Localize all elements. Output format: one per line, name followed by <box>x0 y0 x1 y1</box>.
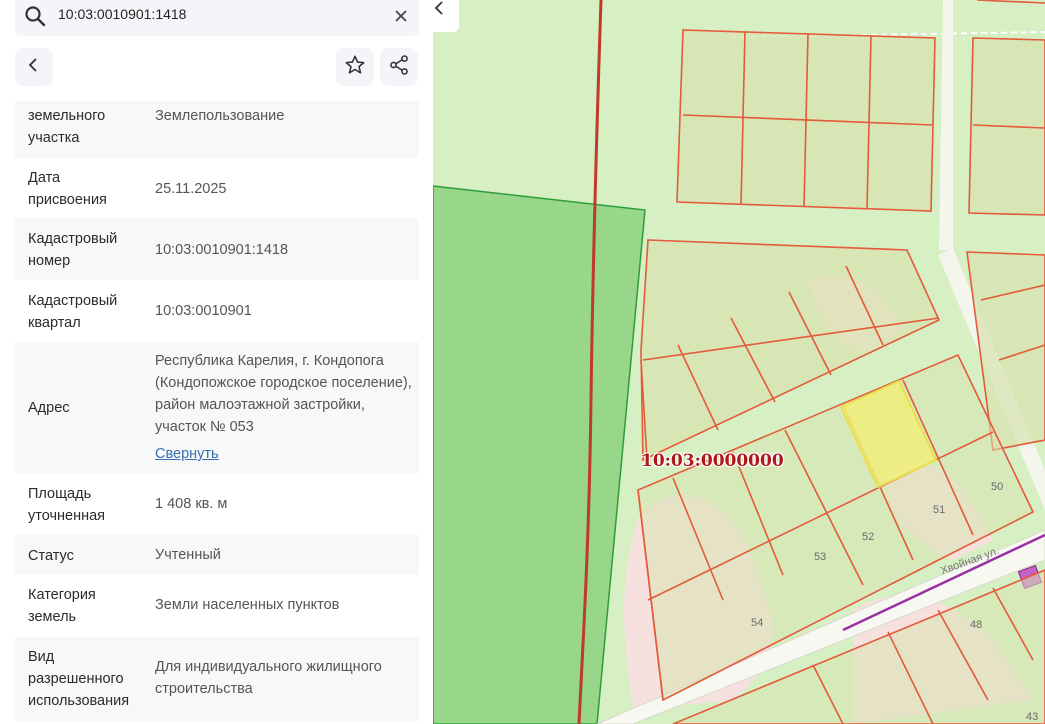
parcel-number: 52 <box>862 531 875 543</box>
parcel-number: 51 <box>933 504 946 516</box>
property-row-area: Площадь уточненная 1 408 кв. м <box>15 473 419 535</box>
property-row-status: Статус Учтенный <box>15 535 419 575</box>
property-value: Республика Карелия, г. Кондопога (Кондоп… <box>155 350 415 465</box>
property-value: 10:03:0010901:1418 <box>155 242 289 258</box>
collapse-panel-button[interactable] <box>433 0 459 32</box>
property-label-text: земельного участка <box>28 108 106 146</box>
property-label-text: Вид разрешенного использования <box>28 649 130 709</box>
property-label-text: Площадь уточненная <box>28 486 106 524</box>
property-label: Дата присвоения <box>28 167 148 211</box>
parcel-number: 53 <box>814 551 827 563</box>
property-label: Площадь уточненная <box>28 483 148 527</box>
favorite-button[interactable] <box>336 48 374 86</box>
property-row-land-category: Категория земель Земли населенных пункто… <box>15 575 419 637</box>
property-label-text: Категория земель <box>28 587 96 625</box>
search-icon <box>23 4 47 28</box>
property-label: Статус <box>28 545 148 567</box>
parcel-number: 43 <box>1026 711 1039 723</box>
property-label: земельного участка <box>28 105 148 149</box>
close-icon[interactable] <box>391 6 411 26</box>
property-label: Адрес <box>28 397 148 419</box>
property-row-cadastral-quarter: Кадастровый квартал 10:03:0010901 <box>15 280 419 342</box>
property-row-permitted-use: Вид разрешенного использования Для индив… <box>15 637 419 721</box>
address-text: Республика Карелия, г. Кондопога (Кондоп… <box>155 353 412 435</box>
collapse-link[interactable]: Свернуть <box>155 443 415 465</box>
property-row-parcel-type: земельного участка Землепользование <box>15 101 419 158</box>
quarter-label: 10:03:0000000 <box>641 451 784 471</box>
property-label-text: Дата присвоения <box>28 170 107 208</box>
property-row-cadastral-number: Кадастровый номер 10:03:0010901:1418 <box>15 218 419 280</box>
search-bar[interactable]: 10:03:0010901:1418 <box>15 0 419 36</box>
parcel-number: 48 <box>970 619 983 631</box>
share-icon <box>388 54 410 81</box>
info-panel: 10:03:0010901:1418 земельного участка Зе… <box>0 0 433 724</box>
property-value: 1 408 кв. м <box>155 496 228 512</box>
property-label: Вид разрешенного использования <box>28 646 148 712</box>
property-label: Кадастровый квартал <box>28 290 148 334</box>
property-label-text: Статус <box>28 548 74 564</box>
property-value: 10:03:0010901 <box>155 303 252 319</box>
property-value: 25.11.2025 <box>155 181 227 197</box>
property-label: Категория земель <box>28 584 148 628</box>
chevron-left-icon <box>26 57 42 78</box>
parcel-number: 50 <box>991 481 1004 493</box>
back-button[interactable] <box>15 48 53 86</box>
property-label-text: Кадастровый квартал <box>28 293 118 331</box>
property-value: Учтенный <box>155 547 221 563</box>
property-row-assignment-date: Дата присвоения 25.11.2025 <box>15 158 419 218</box>
property-row-address: Адрес Республика Карелия, г. Кондопога (… <box>15 342 419 473</box>
road-segment <box>939 0 953 250</box>
share-button[interactable] <box>380 48 418 86</box>
parcel-block-top <box>676 29 936 212</box>
property-label-text: Кадастровый номер <box>28 231 118 269</box>
map-canvas[interactable] <box>433 0 1045 724</box>
star-icon <box>344 54 366 81</box>
search-input[interactable]: 10:03:0010901:1418 <box>58 6 186 22</box>
property-value: Для индивидуального жилищного строительс… <box>155 659 382 697</box>
property-label: Кадастровый номер <box>28 228 148 272</box>
property-label-text: Адрес <box>28 400 70 416</box>
cadastral-map[interactable]: 10:03:0000000 Хвойная ул. 50 51 52 53 54… <box>433 0 1045 724</box>
forest-area <box>433 185 646 724</box>
parcel-number: 54 <box>751 617 764 629</box>
property-value: Землепользование <box>155 108 285 124</box>
property-value: Земли населенных пунктов <box>155 597 340 613</box>
